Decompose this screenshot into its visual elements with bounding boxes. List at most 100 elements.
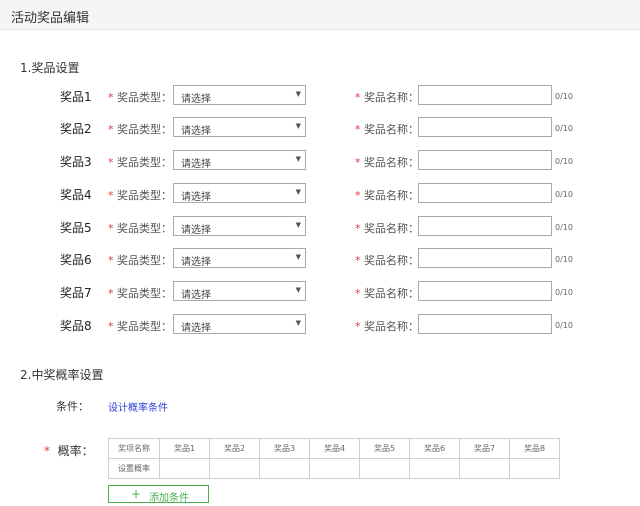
prize-type-label: * 奖品类型： (108, 91, 172, 104)
prize-name-label: * 奖品名称： (355, 189, 419, 202)
prize-label: 奖品1 (60, 90, 92, 104)
prize-type-select[interactable]: 请选择 ▼ (173, 150, 306, 170)
prize-row: 奖品4 * 奖品类型： 请选择 ▼ * 奖品名称： 0/10 (0, 183, 640, 205)
required-mark: * (108, 91, 114, 104)
required-mark: * (108, 123, 114, 136)
caret-down-icon: ▼ (295, 253, 301, 261)
prize-name-input[interactable] (418, 216, 552, 236)
table-header-cell: 奖品1 (159, 438, 210, 459)
prize-label: 奖品5 (60, 221, 92, 235)
prize-type-label: * 奖品类型： (108, 287, 172, 300)
probability-cell[interactable] (259, 458, 310, 479)
probability-cell[interactable] (359, 458, 410, 479)
prize-label: 奖品4 (60, 188, 92, 202)
required-mark: * (355, 189, 361, 202)
char-count: 0/10 (555, 223, 573, 232)
prize-type-selected: 请选择 (181, 323, 211, 334)
required-mark: * (108, 320, 114, 333)
required-mark: * (355, 91, 361, 104)
required-mark: * (355, 254, 361, 267)
page-title: 活动奖品编辑 (11, 11, 90, 26)
probability-cell[interactable] (159, 458, 210, 479)
prize-name-input[interactable] (418, 117, 552, 137)
probability-label: * 概率： (44, 444, 94, 458)
prize-name-label: * 奖品名称： (355, 287, 419, 300)
table-row-label: 设置概率 (108, 458, 160, 479)
prize-type-select[interactable]: 请选择 ▼ (173, 183, 306, 203)
prize-type-selected: 请选择 (181, 290, 211, 301)
prize-type-label: * 奖品类型： (108, 320, 172, 333)
prize-type-select[interactable]: 请选择 ▼ (173, 85, 306, 105)
prize-type-select[interactable]: 请选择 ▼ (173, 248, 306, 268)
caret-down-icon: ▼ (295, 319, 301, 327)
prize-label: 奖品7 (60, 286, 92, 300)
prize-name-label: * 奖品名称： (355, 222, 419, 235)
table-header-cell: 奖品7 (459, 438, 510, 459)
prize-name-input[interactable] (418, 281, 552, 301)
prize-name-label: * 奖品名称： (355, 320, 419, 333)
page-header: 活动奖品编辑 (0, 0, 640, 30)
probability-cell[interactable] (409, 458, 460, 479)
caret-down-icon: ▼ (295, 286, 301, 294)
prize-type-label: * 奖品类型： (108, 222, 172, 235)
required-mark: * (108, 156, 114, 169)
caret-down-icon: ▼ (295, 155, 301, 163)
required-mark: * (355, 156, 361, 169)
caret-down-icon: ▼ (295, 188, 301, 196)
required-mark: * (355, 287, 361, 300)
prize-type-select[interactable]: 请选择 ▼ (173, 281, 306, 301)
prize-type-selected: 请选择 (181, 225, 211, 236)
prize-type-select[interactable]: 请选择 ▼ (173, 314, 306, 334)
required-mark: * (108, 189, 114, 202)
char-count: 0/10 (555, 157, 573, 166)
prize-name-label: * 奖品名称： (355, 91, 419, 104)
prize-row: 奖品2 * 奖品类型： 请选择 ▼ * 奖品名称： 0/10 (0, 117, 640, 139)
prize-name-input[interactable] (418, 85, 552, 105)
prize-name-label: * 奖品名称： (355, 156, 419, 169)
prize-name-input[interactable] (418, 150, 552, 170)
add-condition-button[interactable]: + 添加条件 (108, 485, 209, 504)
prize-label: 奖品2 (60, 122, 92, 136)
required-mark: * (355, 222, 361, 235)
table-row: 设置概率 (108, 458, 560, 479)
prize-name-label: * 奖品名称： (355, 254, 419, 267)
table-header-cell: 奖品6 (409, 438, 460, 459)
table-header-cell: 奖品8 (509, 438, 560, 459)
table-header-cell: 奖项名称 (108, 438, 160, 459)
required-mark: * (44, 444, 50, 458)
design-condition-link[interactable]: 设计概率条件 (108, 399, 168, 414)
prize-row: 奖品5 * 奖品类型： 请选择 ▼ * 奖品名称： 0/10 (0, 216, 640, 238)
prize-type-label: * 奖品类型： (108, 123, 172, 136)
prize-row: 奖品3 * 奖品类型： 请选择 ▼ * 奖品名称： 0/10 (0, 150, 640, 172)
table-header-cell: 奖品2 (209, 438, 260, 459)
required-mark: * (108, 222, 114, 235)
probability-cell[interactable] (509, 458, 560, 479)
prize-row: 奖品7 * 奖品类型： 请选择 ▼ * 奖品名称： 0/10 (0, 281, 640, 303)
table-header-cell: 奖品3 (259, 438, 310, 459)
prize-row: 奖品6 * 奖品类型： 请选择 ▼ * 奖品名称： 0/10 (0, 248, 640, 270)
prize-name-input[interactable] (418, 248, 552, 268)
required-mark: * (355, 320, 361, 333)
probability-cell[interactable] (209, 458, 260, 479)
prize-type-label: * 奖品类型： (108, 156, 172, 169)
table-header-cell: 奖品5 (359, 438, 410, 459)
prize-type-select[interactable]: 请选择 ▼ (173, 216, 306, 236)
prize-label: 奖品3 (60, 155, 92, 169)
required-mark: * (355, 123, 361, 136)
probability-cell[interactable] (459, 458, 510, 479)
condition-label: 条件： (56, 400, 89, 413)
caret-down-icon: ▼ (295, 90, 301, 98)
prize-label: 奖品6 (60, 253, 92, 267)
char-count: 0/10 (555, 92, 573, 101)
probability-cell[interactable] (309, 458, 360, 479)
add-condition-label: 添加条件 (149, 493, 189, 504)
prize-name-input[interactable] (418, 314, 552, 334)
prize-type-label: * 奖品类型： (108, 254, 172, 267)
char-count: 0/10 (555, 190, 573, 199)
caret-down-icon: ▼ (295, 122, 301, 130)
table-header-cell: 奖品4 (309, 438, 360, 459)
prize-type-select[interactable]: 请选择 ▼ (173, 117, 306, 137)
prize-name-input[interactable] (418, 183, 552, 203)
prize-type-label: * 奖品类型： (108, 189, 172, 202)
prize-type-selected: 请选择 (181, 94, 211, 105)
